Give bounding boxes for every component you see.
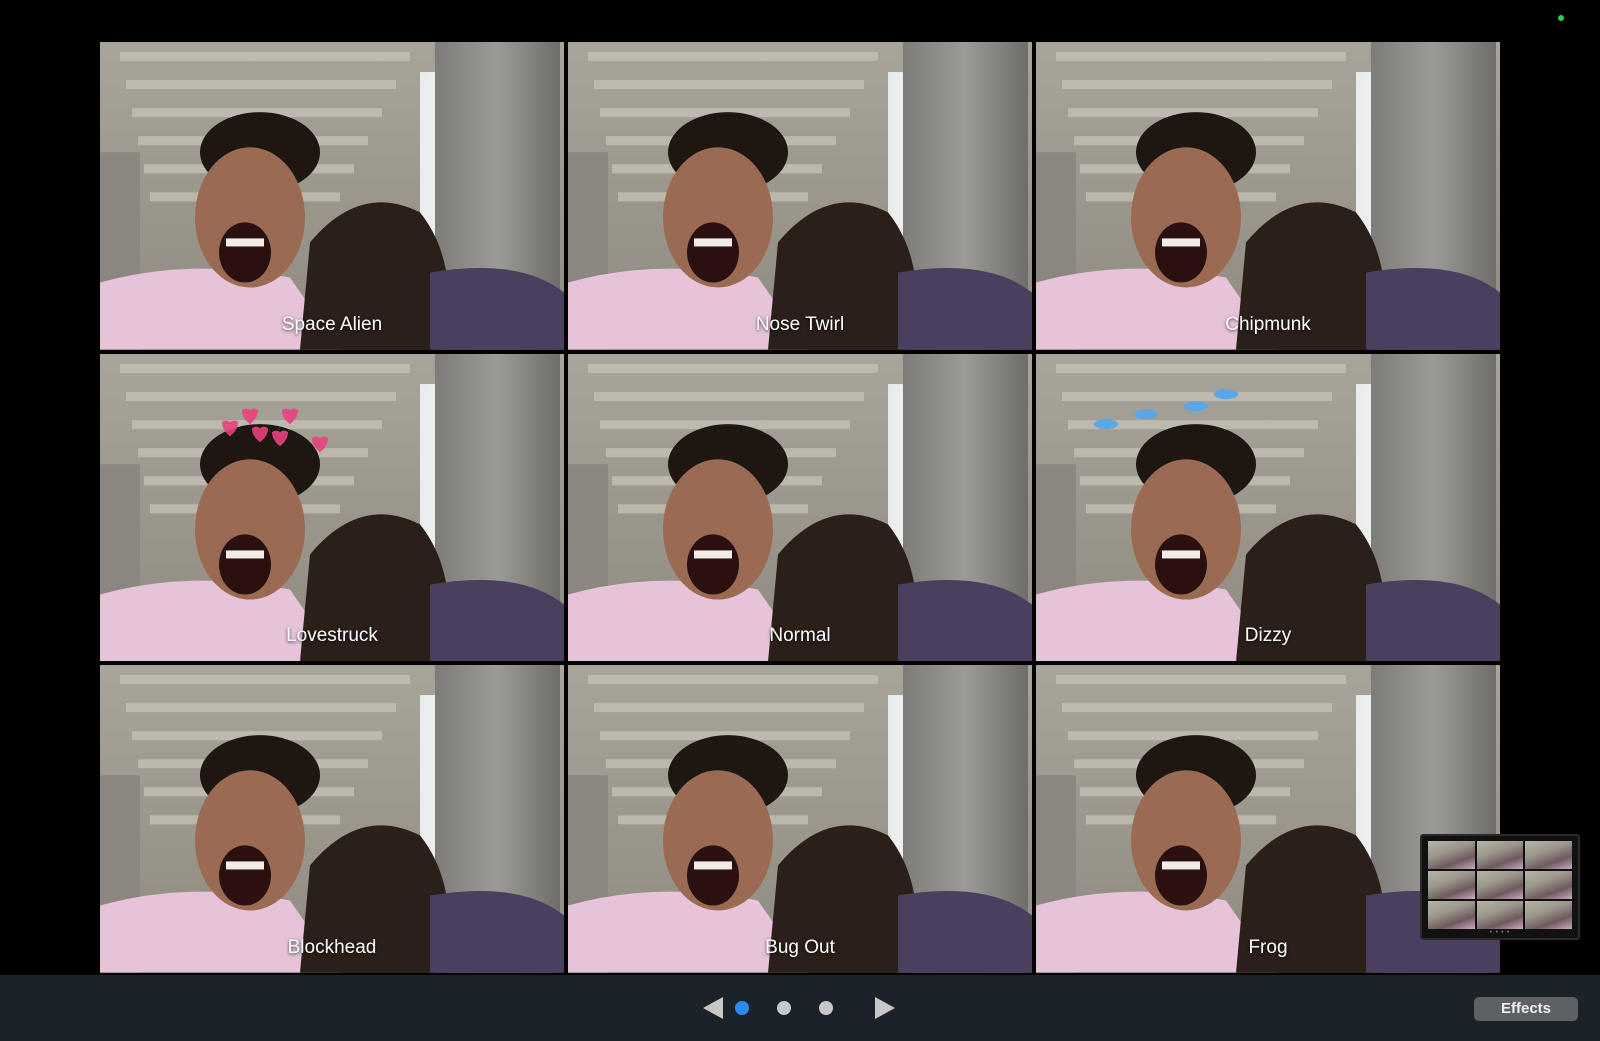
next-page-arrow-icon[interactable] xyxy=(875,997,895,1019)
effect-label: Frog xyxy=(1248,936,1288,958)
mini-preview-tile xyxy=(1476,841,1524,869)
camera-feed-image xyxy=(1036,353,1500,662)
effect-tile-dizzy[interactable]: Dizzy xyxy=(1036,353,1500,662)
effect-label: Chipmunk xyxy=(1225,313,1311,335)
effect-tile-bug-out[interactable]: Bug Out xyxy=(568,665,1032,973)
bird-icon xyxy=(1134,408,1158,419)
effect-label: Lovestruck xyxy=(286,625,378,647)
effect-label: Blockhead xyxy=(287,936,377,958)
mini-preview-thumbnail[interactable]: • • • • xyxy=(1420,834,1580,940)
camera-feed-image xyxy=(100,665,564,973)
photo-booth-window: Space Alien Nose Twirl Chipmunk Lovestru… xyxy=(0,0,1600,1041)
effect-tile-blockhead[interactable]: Blockhead xyxy=(100,665,564,973)
effect-label: Nose Twirl xyxy=(755,313,845,335)
effects-button[interactable]: Effects xyxy=(1474,997,1578,1021)
mini-preview-tile xyxy=(1525,841,1572,869)
camera-feed-image xyxy=(100,42,564,350)
page-dot[interactable] xyxy=(777,1001,791,1015)
effect-label: Bug Out xyxy=(765,936,835,958)
bird-icon xyxy=(1094,418,1118,429)
effect-tile-space-alien[interactable]: Space Alien xyxy=(100,42,564,350)
effect-tile-nose-twirl[interactable]: Nose Twirl xyxy=(568,42,1032,350)
camera-feed-image xyxy=(100,353,564,662)
camera-feed-image xyxy=(568,42,1032,350)
mini-preview-tile xyxy=(1476,871,1524,899)
camera-feed-image xyxy=(568,665,1032,973)
mini-preview-tile xyxy=(1428,841,1475,869)
mini-preview-grid xyxy=(1428,841,1572,929)
bird-icon xyxy=(1214,388,1238,399)
page-dot[interactable] xyxy=(819,1001,833,1015)
effects-pager xyxy=(700,975,900,1041)
camera-feed-image xyxy=(568,353,1032,662)
mini-preview-tile xyxy=(1525,871,1572,899)
camera-feed-image xyxy=(1036,42,1500,350)
bird-icon xyxy=(1184,400,1208,411)
mini-preview-tile xyxy=(1525,901,1572,929)
mini-preview-page-dots: • • • • xyxy=(1489,930,1511,936)
effect-tile-lovestruck[interactable]: Lovestruck xyxy=(100,353,564,662)
effect-tile-chipmunk[interactable]: Chipmunk xyxy=(1036,42,1500,350)
mini-preview-tile xyxy=(1476,901,1524,929)
effect-label: Normal xyxy=(769,625,831,647)
camera-indicator-light xyxy=(1558,15,1564,21)
previous-page-arrow-icon[interactable] xyxy=(703,997,723,1019)
effect-label: Space Alien xyxy=(281,313,383,335)
bottom-toolbar: Effects xyxy=(0,975,1600,1041)
mini-preview-tile xyxy=(1428,901,1475,929)
effects-grid: Space Alien Nose Twirl Chipmunk Lovestru… xyxy=(100,42,1500,973)
page-dot[interactable] xyxy=(735,1001,749,1015)
effect-tile-normal[interactable]: Normal xyxy=(568,353,1032,662)
effect-label: Dizzy xyxy=(1244,625,1292,647)
mini-preview-tile xyxy=(1428,871,1475,899)
